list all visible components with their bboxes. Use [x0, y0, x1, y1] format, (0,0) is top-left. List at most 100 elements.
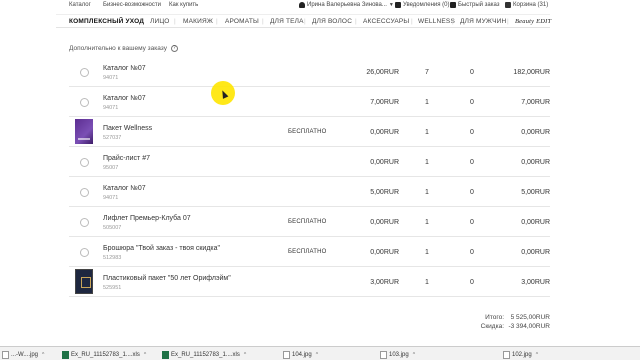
item-discount: 0: [470, 159, 474, 166]
nav-accessories[interactable]: АКСЕССУАРЫ: [363, 18, 409, 25]
nav-separator: |: [262, 18, 264, 25]
nav-separator: |: [216, 18, 218, 25]
nav-fragrance[interactable]: АРОМАТЫ: [225, 18, 259, 25]
item-code: 94071: [103, 195, 119, 201]
download-item[interactable]: 104.jpg ^: [283, 350, 318, 359]
category-nav: КОМПЛЕКСНЫЙ УХОД | ЛИЦО | МАКИЯЖ | АРОМА…: [56, 14, 551, 28]
cart-link[interactable]: Корзина (31): [505, 2, 548, 8]
item-discount: 0: [470, 69, 474, 76]
item-name: Пластиковый пакет "50 лет Орифлэйм": [103, 275, 231, 282]
nav-body[interactable]: ДЛЯ ТЕЛА: [270, 18, 304, 25]
item-price: 3,00RUR: [370, 279, 399, 286]
radio-button[interactable]: [80, 158, 89, 167]
radio-button[interactable]: [80, 248, 89, 257]
quick-order-link[interactable]: Быстрый заказ: [450, 2, 500, 8]
item-qty: 1: [425, 249, 429, 256]
nav-beauty-edit[interactable]: Beauty EDIT: [515, 18, 551, 25]
nav-face[interactable]: ЛИЦО: [150, 18, 169, 25]
excel-file-icon: [162, 350, 169, 359]
nav-men[interactable]: ДЛЯ МУЖЧИН: [460, 18, 506, 25]
item-qty: 1: [425, 189, 429, 196]
chevron-down-icon: ▼: [388, 2, 394, 8]
discount-row: Скидка: -3 394,00RUR: [440, 323, 550, 332]
radio-button[interactable]: [80, 188, 89, 197]
item-total: 3,00RUR: [521, 279, 550, 286]
nav-separator: |: [141, 18, 143, 25]
download-item[interactable]: 103.jpg ^: [380, 350, 415, 359]
item-total: 0,00RUR: [521, 159, 550, 166]
image-file-icon: [283, 350, 290, 359]
section-title: Дополнительно к вашему заказу ?: [69, 45, 178, 52]
item-total: 5,00RUR: [521, 189, 550, 196]
nav-hair[interactable]: ДЛЯ ВОЛОС: [312, 18, 352, 25]
nav-makeup[interactable]: МАКИЯЖ: [183, 18, 213, 25]
notifications-link[interactable]: Уведомления (0): [395, 2, 450, 8]
download-filename: 104.jpg: [292, 351, 312, 358]
item-free-label: БЕСПЛАТНО: [288, 219, 327, 225]
chevron-up-icon[interactable]: ^: [244, 352, 246, 358]
nav-complex-care[interactable]: КОМПЛЕКСНЫЙ УХОД: [69, 18, 144, 25]
item-qty: 1: [425, 99, 429, 106]
download-item[interactable]: 102.jpg ^: [503, 350, 538, 359]
chevron-up-icon[interactable]: ^: [144, 352, 146, 358]
section-title-text: Дополнительно к вашему заказу: [69, 45, 167, 53]
discount-label: Скидка:: [480, 323, 504, 330]
order-items-list: Каталог №07 94071 26,00RUR 7 0 182,00RUR…: [69, 57, 550, 297]
link-how-to-buy[interactable]: Как купить: [169, 2, 198, 8]
item-code: 95007: [103, 165, 119, 171]
item-total: 0,00RUR: [521, 249, 550, 256]
item-code: 512983: [103, 255, 122, 261]
item-discount: 0: [470, 249, 474, 256]
discount-value: -3 394,00RUR: [508, 323, 550, 330]
radio-button[interactable]: [80, 68, 89, 77]
order-totals: Итого: 5 525,00RUR Скидка: -3 394,00RUR: [440, 314, 550, 332]
list-item: Прайс-лист #7 95007 0,00RUR 1 0 0,00RUR: [69, 147, 550, 177]
radio-button[interactable]: [80, 98, 89, 107]
cart-icon: [505, 2, 511, 8]
nav-separator: |: [411, 18, 413, 25]
nav-separator: |: [304, 18, 306, 25]
item-discount: 0: [470, 189, 474, 196]
item-price: 0,00RUR: [370, 249, 399, 256]
item-total: 7,00RUR: [521, 99, 550, 106]
item-code: 525951: [103, 285, 122, 291]
item-free-label: БЕСПЛАТНО: [288, 249, 327, 255]
item-code: 505007: [103, 225, 122, 231]
list-item: Каталог №07 94071 5,00RUR 1 0 5,00RUR: [69, 177, 550, 207]
item-code: 527037: [103, 135, 122, 141]
item-price: 7,00RUR: [370, 99, 399, 106]
user-name: Ирина Валерьевна Зинова...: [307, 2, 387, 8]
plastic-bag-image: [75, 269, 93, 294]
item-discount: 0: [470, 129, 474, 136]
excel-file-icon: [62, 350, 69, 359]
item-name: Лифлет Премьер-Клуба 07: [103, 215, 191, 222]
download-item[interactable]: ...-W....jpg ^: [2, 350, 44, 359]
item-qty: 1: [425, 129, 429, 136]
chevron-up-icon[interactable]: ^: [42, 352, 44, 358]
chevron-up-icon[interactable]: ^: [536, 352, 538, 358]
download-filename: 103.jpg: [389, 351, 409, 358]
help-icon[interactable]: ?: [170, 45, 178, 52]
radio-button[interactable]: [80, 218, 89, 227]
link-catalog[interactable]: Каталог: [69, 2, 91, 8]
nav-separator: |: [452, 18, 454, 25]
chevron-up-icon[interactable]: ^: [413, 352, 415, 358]
nav-separator: |: [355, 18, 357, 25]
nav-wellness[interactable]: WELLNESS: [418, 18, 455, 25]
nav-separator: |: [507, 18, 509, 25]
item-name: Каталог №07: [103, 65, 146, 72]
wellness-bag-image: [75, 119, 93, 144]
list-item: Пластиковый пакет "50 лет Орифлэйм" 5259…: [69, 267, 550, 297]
item-code: 94071: [103, 75, 119, 81]
cart-label: Корзина (31): [513, 2, 549, 8]
download-item[interactable]: Ex_RU_11152783_1....xls ^: [62, 350, 146, 359]
user-menu[interactable]: Ирина Валерьевна Зинова... ▼: [299, 2, 394, 8]
download-item[interactable]: Ex_RU_11152783_1....xls ^: [162, 350, 246, 359]
item-total: 0,00RUR: [521, 129, 550, 136]
link-business[interactable]: Бизнес-возможности: [103, 2, 161, 8]
item-price: 5,00RUR: [370, 189, 399, 196]
chevron-up-icon[interactable]: ^: [316, 352, 318, 358]
item-qty: 1: [425, 159, 429, 166]
item-code: 94071: [103, 105, 119, 111]
quick-order-label: Быстрый заказ: [458, 2, 500, 8]
